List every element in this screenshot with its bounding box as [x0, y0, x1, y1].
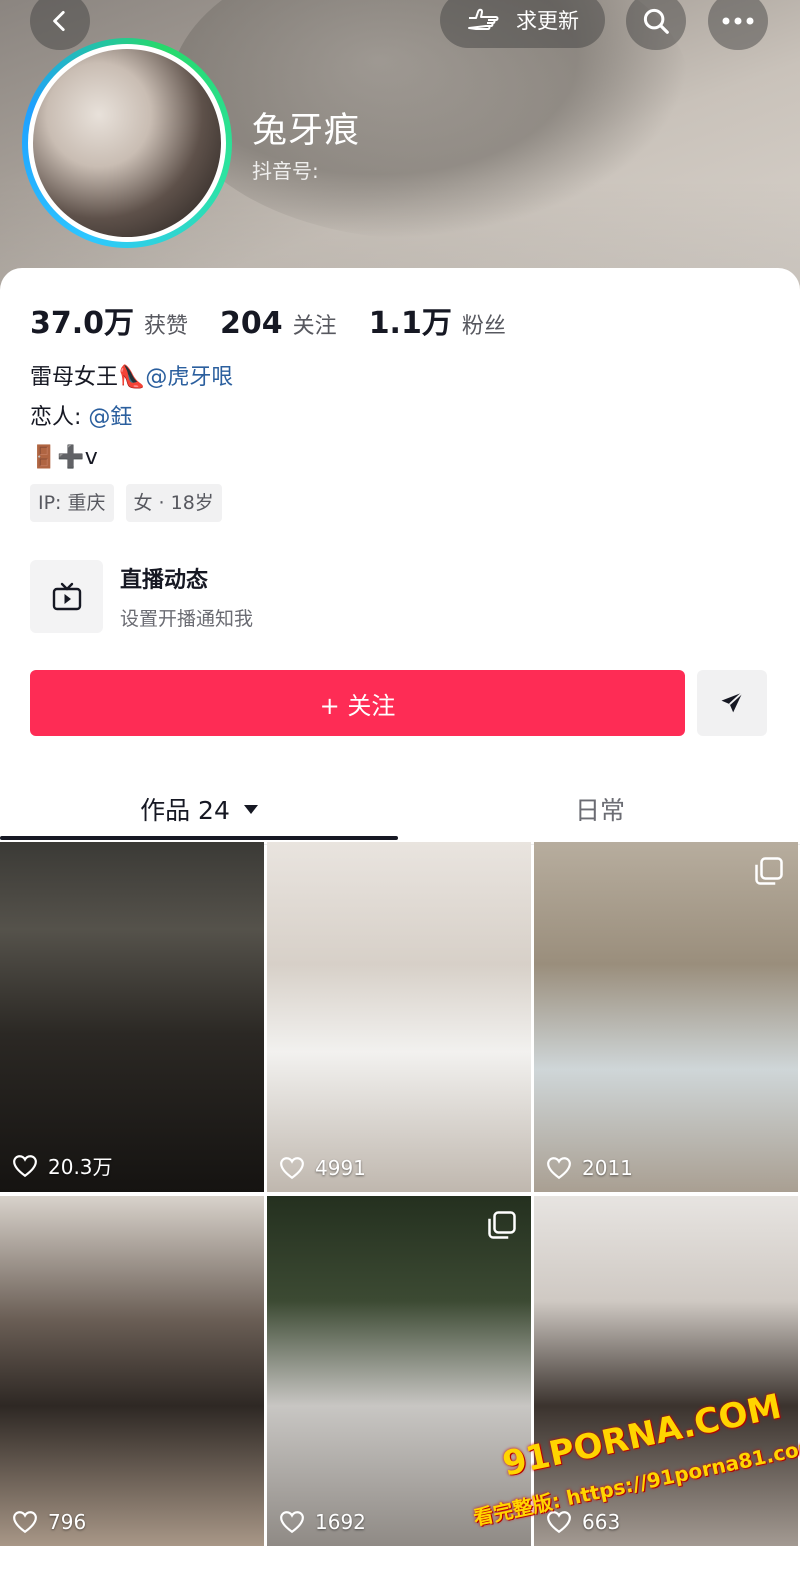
heart-icon	[280, 1511, 304, 1534]
heart-icon	[280, 1157, 304, 1180]
video-tile[interactable]: 20.3万	[0, 842, 264, 1192]
active-tab-indicator	[0, 836, 398, 840]
video-tile[interactable]: 4991	[267, 842, 531, 1192]
multi-image-icon	[755, 857, 783, 885]
stat-following[interactable]: 204 关注	[220, 306, 337, 341]
bio-text: 恋人:	[30, 405, 82, 430]
bio-mention-link[interactable]: @虎牙哏	[145, 358, 233, 398]
video-like-count: 4991	[315, 1156, 366, 1180]
heart-icon	[547, 1157, 571, 1180]
caret-down-icon	[243, 805, 258, 814]
live-title: 直播动态	[120, 568, 209, 593]
profile-nickname: 兔牙痕	[252, 111, 361, 151]
profile-card: 37.0万 获赞 204 关注 1.1万 粉丝 雷母女王👠 @虎牙哏 恋人: @…	[0, 268, 800, 1574]
live-subtitle: 设置开播通知我	[120, 608, 254, 630]
stat-label: 获赞	[144, 314, 189, 339]
stats-row: 37.0万 获赞 204 关注 1.1万 粉丝	[30, 298, 538, 342]
stat-value: 1.1万	[368, 306, 452, 341]
bio-text: 雷母女王👠	[30, 365, 146, 390]
tab-works[interactable]: 作品 24	[0, 773, 400, 845]
profile-tags: IP: 重庆 女 · 18岁	[30, 484, 222, 522]
send-icon	[721, 691, 744, 713]
ip-location-tag: IP: 重庆	[30, 484, 114, 522]
heart-icon	[13, 1511, 37, 1534]
video-like-count: 796	[48, 1510, 87, 1534]
share-button[interactable]	[697, 670, 767, 736]
video-tile[interactable]: 2011	[534, 842, 798, 1192]
tab-label: 日常	[574, 796, 625, 825]
more-dots-icon	[722, 17, 754, 25]
video-tile[interactable]: 796	[0, 1196, 264, 1546]
stat-followers[interactable]: 1.1万 粉丝	[369, 298, 506, 342]
video-like-count: 1692	[315, 1510, 366, 1534]
profile-bio: 雷母女王👠 @虎牙哏 恋人: @鈺 🚪➕v	[30, 358, 233, 478]
bio-line: 🚪➕v	[30, 438, 233, 478]
heart-icon	[13, 1154, 37, 1177]
tab-daily[interactable]: 日常	[400, 773, 800, 845]
bio-line: 恋人: @鈺	[30, 398, 233, 438]
video-like-count: 20.3万	[48, 1155, 113, 1179]
video-like-count: 2011	[582, 1156, 633, 1180]
multi-image-icon	[488, 1211, 516, 1239]
follow-button[interactable]: + 关注	[30, 670, 685, 736]
stat-value: 37.0万	[30, 306, 135, 341]
tab-label: 作品 24	[140, 796, 230, 825]
gender-age-tag: 女 · 18岁	[125, 484, 222, 522]
stat-label: 粉丝	[461, 314, 506, 339]
tv-icon	[30, 560, 103, 633]
bio-text: 🚪➕v	[30, 445, 98, 470]
pointing-hand-icon	[468, 8, 499, 30]
douyin-id-label: 抖音号:	[252, 159, 319, 183]
stat-likes[interactable]: 37.0万 获赞	[30, 298, 188, 342]
avatar[interactable]	[22, 38, 232, 248]
request-update-label: 求更新	[516, 9, 579, 33]
bio-mention-link[interactable]: @鈺	[88, 398, 132, 438]
search-icon	[643, 8, 669, 34]
content-tabs: 作品 24 日常	[0, 773, 800, 845]
stat-value: 204	[220, 306, 283, 341]
live-updates-entry[interactable]: 直播动态 设置开播通知我	[30, 560, 253, 633]
bio-line: 雷母女王👠 @虎牙哏	[30, 358, 233, 398]
avatar-image	[33, 49, 221, 237]
chevron-left-icon	[53, 10, 65, 32]
stat-label: 关注	[292, 314, 337, 339]
request-update-button[interactable]: 求更新	[440, 0, 605, 48]
